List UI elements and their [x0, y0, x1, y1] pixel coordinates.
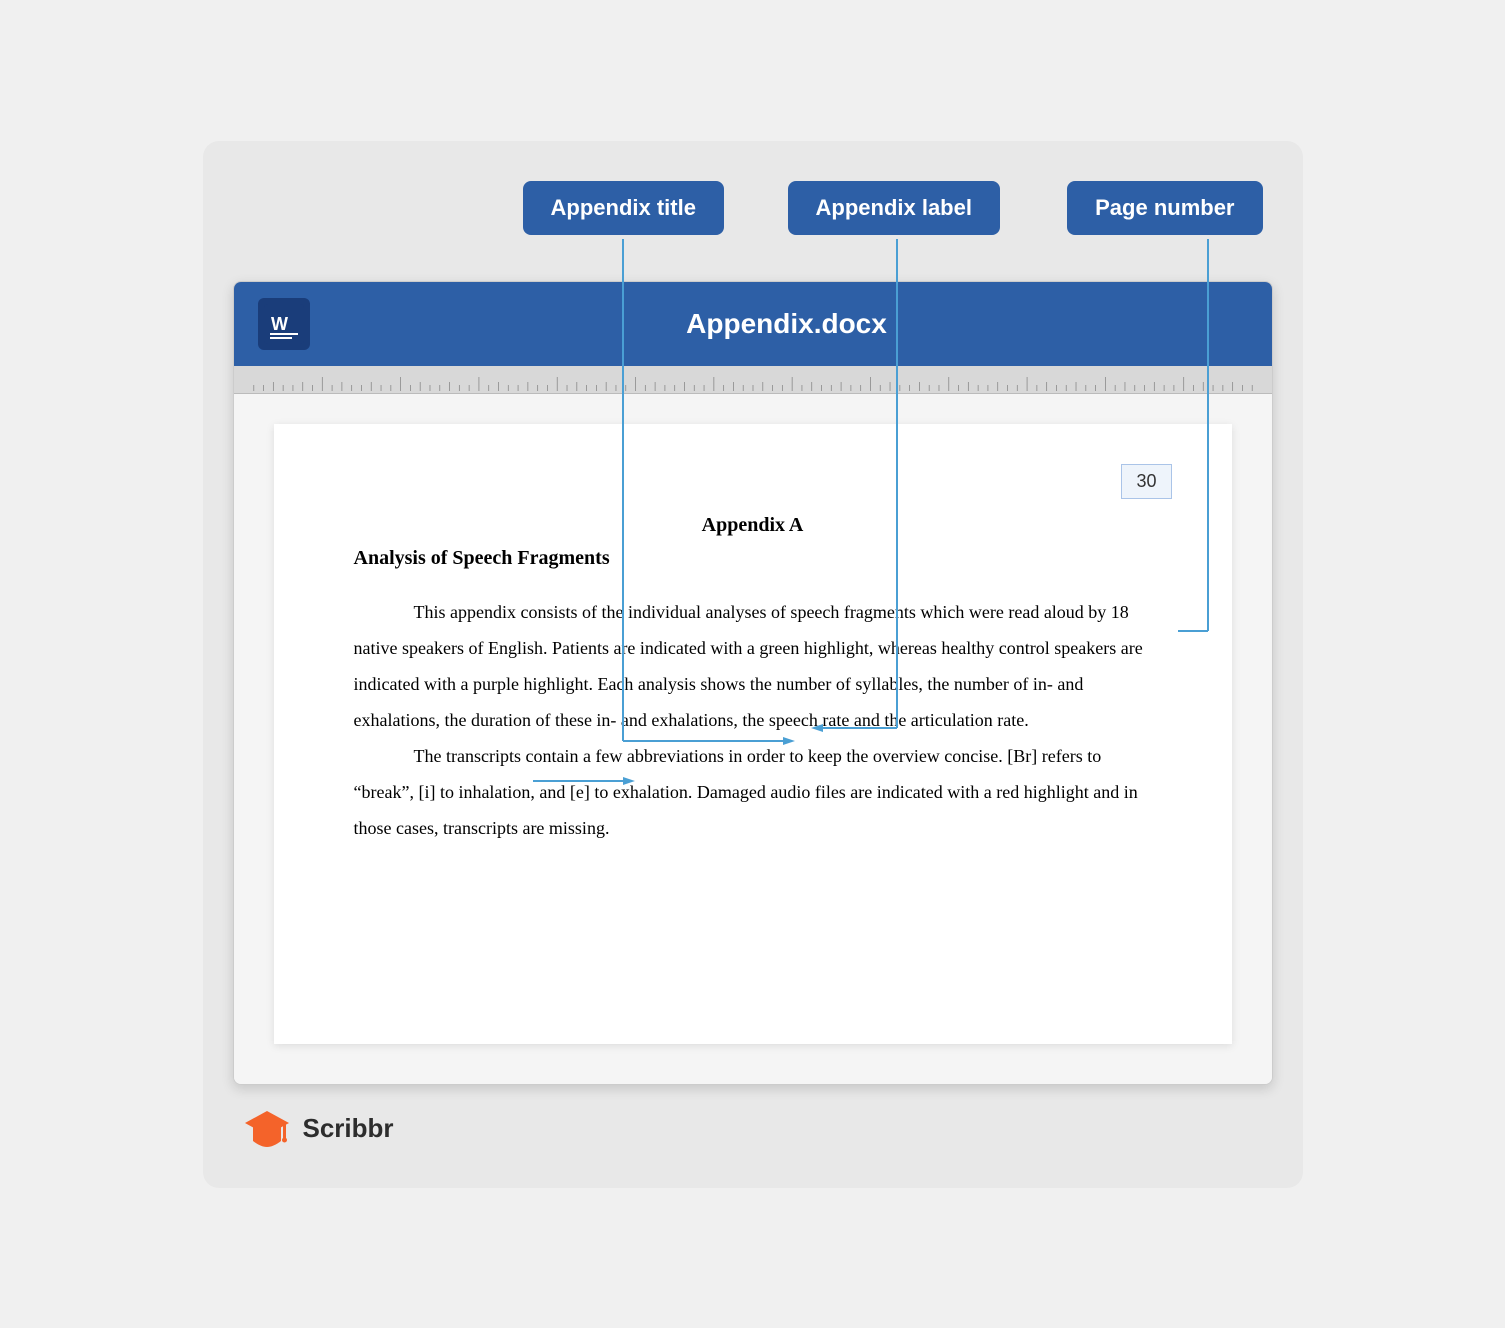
title-bar: W Appendix.docx: [234, 282, 1272, 366]
body-paragraph-2: The transcripts contain a few abbreviati…: [354, 738, 1152, 846]
appendix-label-text: Appendix A: [354, 514, 1152, 537]
page-number-badge: Page number: [1067, 181, 1262, 235]
appendix-title-badge: Appendix title: [523, 181, 724, 235]
word-icon: W: [258, 298, 310, 350]
labels-row: Appendix title Appendix label Page numbe…: [233, 171, 1273, 261]
svg-text:W: W: [271, 314, 288, 334]
doc-filename: Appendix.docx: [326, 308, 1248, 340]
appendix-label-label: Appendix label: [816, 195, 972, 220]
appendix-title-label: Appendix title: [551, 195, 696, 220]
page-number-box: 30: [1121, 464, 1171, 499]
body-paragraph-1: This appendix consists of the individual…: [354, 594, 1152, 738]
doc-body: 30 Appendix A Analysis of Speech Fragmen…: [234, 394, 1272, 1084]
ruler-svg: // We'll just draw static ticks in SVG: [244, 369, 1262, 391]
scribbr-brand-name: Scribbr: [303, 1113, 394, 1144]
appendix-label-badge: Appendix label: [788, 181, 1000, 235]
document-page: 30 Appendix A Analysis of Speech Fragmen…: [274, 424, 1232, 1044]
outer-container: Appendix title Appendix label Page numbe…: [203, 141, 1303, 1188]
scribbr-footer: Scribbr: [233, 1085, 1273, 1158]
word-document: W Appendix.docx // We'll just draw stati…: [233, 281, 1273, 1085]
analysis-title: Analysis of Speech Fragments: [354, 547, 1152, 570]
ruler: // We'll just draw static ticks in SVG: [234, 366, 1272, 394]
page-number-label: Page number: [1095, 195, 1234, 220]
scribbr-logo-icon: [243, 1105, 291, 1153]
word-icon-svg: W: [264, 304, 304, 344]
